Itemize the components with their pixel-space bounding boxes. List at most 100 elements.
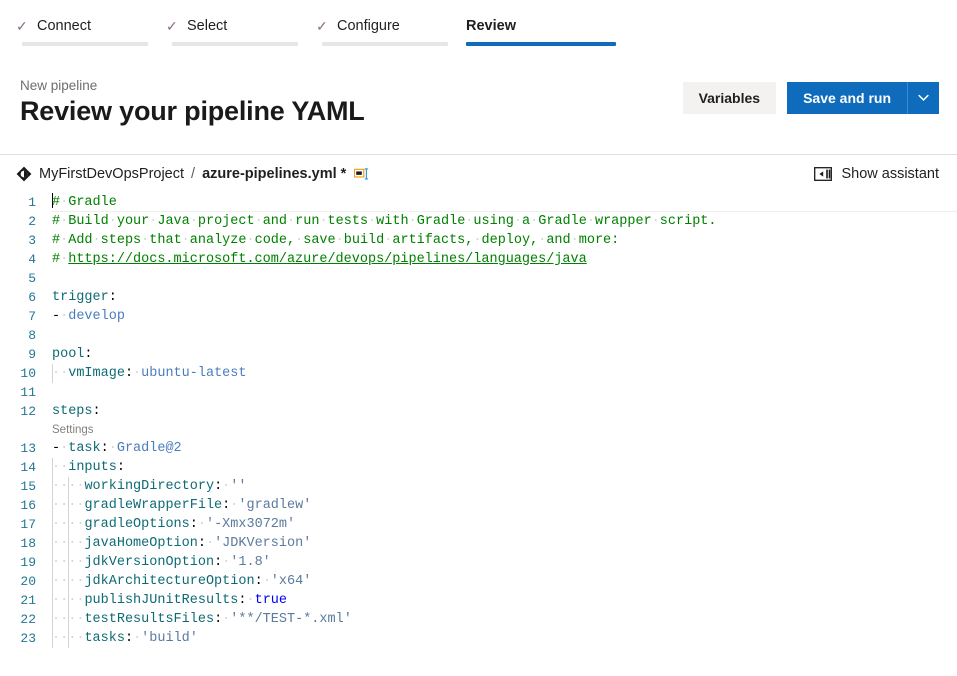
- code-line[interactable]: 6 trigger:: [0, 288, 957, 307]
- unsaved-changes-marker: *: [340, 166, 347, 182]
- line-number: 23: [20, 631, 36, 646]
- code-text[interactable]: steps:: [52, 402, 957, 421]
- code-text[interactable]: ··inputs:: [52, 458, 957, 477]
- code-text[interactable]: pool:: [52, 345, 957, 364]
- code-line[interactable]: 2 #·Build·your·Java·project·and·run·tests…: [0, 212, 957, 231]
- code-text[interactable]: -·develop: [52, 307, 957, 326]
- line-number: 4: [28, 252, 36, 267]
- code-text[interactable]: ····workingDirectory:·'': [52, 477, 957, 496]
- code-text[interactable]: ··vmImage:·ubuntu-latest: [52, 364, 957, 383]
- code-text[interactable]: ····publishJUnitResults:·true: [52, 591, 957, 610]
- code-line[interactable]: 10 ··vmImage:·ubuntu-latest: [0, 364, 957, 383]
- check-icon: ✓: [316, 18, 328, 34]
- line-number: 13: [20, 441, 36, 456]
- rename-icon[interactable]: [354, 167, 371, 181]
- line-number: 3: [28, 233, 36, 248]
- code-text[interactable]: #·Gradle: [52, 193, 957, 212]
- code-area[interactable]: 1 #·Gradle 2 #·Build·your·Java·project·and·…: [0, 193, 957, 648]
- wizard-step-label: Select: [187, 18, 228, 34]
- code-text[interactable]: #·https://docs.microsoft.com/azure/devop…: [52, 250, 957, 269]
- check-icon: ✓: [16, 18, 28, 34]
- line-number: 16: [20, 498, 36, 513]
- show-assistant-label: Show assistant: [841, 166, 939, 182]
- code-line[interactable]: 3 #·Add·steps·that·analyze·code,·save·bui…: [0, 231, 957, 250]
- line-number: 6: [28, 290, 36, 305]
- code-line[interactable]: 8: [0, 326, 957, 345]
- code-text[interactable]: trigger:: [52, 288, 957, 307]
- header-actions: Variables Save and run: [682, 82, 939, 114]
- line-number: 5: [28, 271, 36, 286]
- code-line[interactable]: 7 -·develop: [0, 307, 957, 326]
- panel-right-icon: [814, 167, 833, 181]
- save-and-run-button[interactable]: Save and run: [787, 82, 907, 114]
- code-line[interactable]: 19 ····jdkVersionOption:·'1.8': [0, 553, 957, 572]
- code-line[interactable]: 12 steps:: [0, 402, 957, 421]
- code-line[interactable]: 11: [0, 383, 957, 402]
- check-icon: ✓: [166, 18, 178, 34]
- wizard-step-select[interactable]: ✓ Select: [166, 0, 316, 46]
- line-number: 11: [20, 385, 36, 400]
- code-line[interactable]: 17 ····gradleOptions:·'-Xmx3072m': [0, 515, 957, 534]
- wizard-step-underline-active: [466, 42, 616, 46]
- variables-button[interactable]: Variables: [682, 82, 777, 114]
- line-number: 18: [20, 536, 36, 551]
- code-line[interactable]: 14 ··inputs:: [0, 458, 957, 477]
- codelens-settings-link[interactable]: Settings: [52, 424, 94, 436]
- breadcrumb-separator: /: [191, 166, 196, 182]
- save-and-run-split-button: Save and run: [787, 82, 939, 114]
- code-text[interactable]: ····javaHomeOption:·'JDKVersion': [52, 534, 957, 553]
- wizard-step-underline: [22, 42, 148, 46]
- line-number: 7: [28, 309, 36, 324]
- code-line[interactable]: 15 ····workingDirectory:·'': [0, 477, 957, 496]
- code-text[interactable]: #·Add·steps·that·analyze·code,·save·buil…: [52, 231, 957, 250]
- line-number: 2: [28, 214, 36, 229]
- save-and-run-dropdown-button[interactable]: [907, 82, 939, 114]
- line-number: 22: [20, 612, 36, 627]
- code-text[interactable]: ····jdkVersionOption:·'1.8': [52, 553, 957, 572]
- code-line[interactable]: 5: [0, 269, 957, 288]
- line-number: 20: [20, 574, 36, 589]
- file-breadcrumb-bar: MyFirstDevOpsProject / azure-pipelines.y…: [0, 155, 957, 193]
- code-line[interactable]: 16 ····gradleWrapperFile:·'gradlew': [0, 496, 957, 515]
- line-number: 19: [20, 555, 36, 570]
- line-number: 17: [20, 517, 36, 532]
- code-text[interactable]: ····gradleOptions:·'-Xmx3072m': [52, 515, 957, 534]
- codelens-row: Settings: [0, 421, 957, 439]
- code-text[interactable]: ····jdkArchitectureOption:·'x64': [52, 572, 957, 591]
- wizard-step-underline: [322, 42, 448, 46]
- line-number: 10: [20, 366, 36, 381]
- wizard-step-connect[interactable]: ✓ Connect: [16, 0, 166, 46]
- code-text[interactable]: ····tasks:·'build': [52, 629, 957, 648]
- code-line[interactable]: 13 -·task:·Gradle@2: [0, 439, 957, 458]
- line-number: 15: [20, 479, 36, 494]
- code-line[interactable]: 9 pool:: [0, 345, 957, 364]
- show-assistant-toggle[interactable]: Show assistant: [814, 166, 939, 182]
- code-line[interactable]: 4 #·https://docs.microsoft.com/azure/devo…: [0, 250, 957, 269]
- yaml-editor[interactable]: 1 #·Gradle 2 #·Build·your·Java·project·and·…: [0, 193, 957, 655]
- code-text[interactable]: -·task:·Gradle@2: [52, 439, 957, 458]
- code-line[interactable]: 23 ····tasks:·'build': [0, 629, 957, 648]
- code-line[interactable]: 18 ····javaHomeOption:·'JDKVersion': [0, 534, 957, 553]
- code-line[interactable]: 22 ····testResultsFiles:·'**/TEST-*.xml': [0, 610, 957, 629]
- azure-repos-icon: [16, 166, 32, 182]
- code-text[interactable]: #·Build·your·Java·project·and·run·tests·…: [52, 212, 957, 231]
- page-header: New pipeline Review your pipeline YAML V…: [0, 56, 957, 154]
- pipeline-wizard-steps: ✓ Connect ✓ Select ✓ Configure Review: [0, 0, 957, 56]
- code-text[interactable]: ····gradleWrapperFile:·'gradlew': [52, 496, 957, 515]
- line-number: 12: [20, 404, 36, 419]
- line-number: 14: [20, 460, 36, 475]
- breadcrumb-file-name: azure-pipelines.yml: [202, 166, 337, 182]
- wizard-step-configure[interactable]: ✓ Configure: [316, 0, 466, 46]
- wizard-step-review[interactable]: Review: [466, 0, 616, 46]
- wizard-step-label: Connect: [37, 18, 92, 34]
- code-text[interactable]: ····testResultsFiles:·'**/TEST-*.xml': [52, 610, 957, 629]
- line-number: 1: [28, 195, 36, 210]
- line-number: 9: [28, 347, 36, 362]
- code-line[interactable]: 21 ····publishJUnitResults:·true: [0, 591, 957, 610]
- line-number: 21: [20, 593, 36, 608]
- wizard-step-underline: [172, 42, 298, 46]
- code-line[interactable]: 1 #·Gradle: [0, 193, 957, 212]
- chevron-down-icon: [918, 94, 929, 101]
- breadcrumb-repo-name[interactable]: MyFirstDevOpsProject: [39, 166, 184, 182]
- code-line[interactable]: 20 ····jdkArchitectureOption:·'x64': [0, 572, 957, 591]
